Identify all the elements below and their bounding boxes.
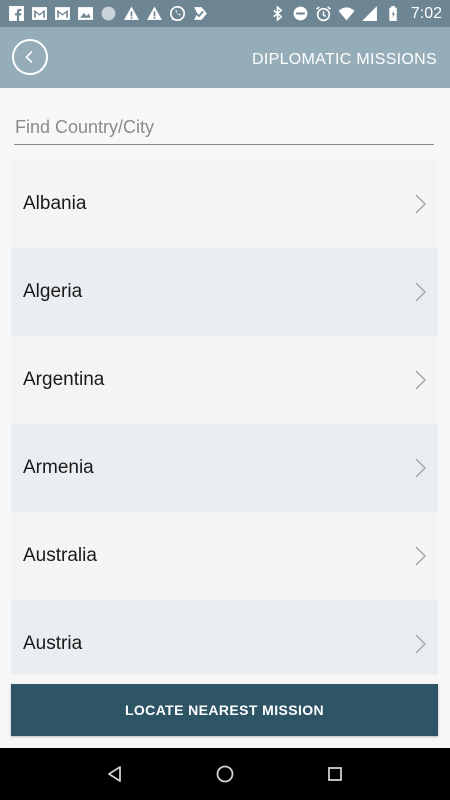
circle-icon — [100, 5, 117, 22]
list-item-label: Albania — [23, 193, 87, 214]
nav-back-button[interactable] — [95, 754, 135, 794]
chevron-right-icon — [415, 546, 427, 566]
gmail-icon — [54, 5, 71, 22]
signal-icon — [361, 5, 378, 22]
chevron-right-icon — [415, 282, 427, 302]
list-item-label: Austria — [23, 633, 83, 654]
do-not-disturb-icon — [292, 5, 309, 22]
warning-icon — [146, 5, 163, 22]
status-bar: 7:02 — [0, 0, 450, 27]
battery-icon — [384, 5, 401, 22]
chevron-right-icon — [415, 634, 427, 654]
list-item-label: Australia — [23, 545, 97, 566]
list-item-label: Algeria — [23, 281, 83, 302]
home-circle-icon — [216, 765, 234, 783]
status-right-icons: 7:02 — [269, 5, 442, 23]
whatsapp-icon — [169, 5, 186, 22]
wifi-icon — [338, 5, 355, 22]
back-triangle-icon — [108, 766, 121, 782]
list-item-austria[interactable]: Austria — [11, 600, 438, 675]
locate-nearest-mission-button[interactable]: LOCATE NEAREST MISSION — [11, 684, 438, 736]
search-field — [14, 110, 434, 145]
facebook-icon — [8, 5, 25, 22]
list-item-algeria[interactable]: Algeria — [11, 248, 438, 336]
list-item-australia[interactable]: Australia — [11, 512, 438, 600]
status-time: 7:02 — [410, 4, 442, 22]
chevron-right-icon — [415, 458, 427, 478]
page-title: DIPLOMATIC MISSIONS — [252, 51, 437, 68]
gmail-icon — [31, 5, 48, 22]
recents-square-icon — [328, 767, 342, 781]
country-list: Albania Algeria Argentina Armenia Austra… — [11, 160, 438, 675]
back-arrow-icon — [25, 50, 33, 64]
nav-home-button[interactable] — [205, 754, 245, 794]
nav-recents-button[interactable] — [315, 754, 355, 794]
list-item-albania[interactable]: Albania — [11, 160, 438, 248]
chevron-right-icon — [415, 194, 427, 214]
list-item-label: Armenia — [23, 457, 94, 478]
back-button[interactable] — [12, 39, 48, 75]
list-item-argentina[interactable]: Argentina — [11, 336, 438, 424]
alarm-icon — [315, 5, 332, 22]
chevron-right-icon — [415, 370, 427, 390]
image-icon — [77, 5, 94, 22]
warning-icon — [123, 5, 140, 22]
bluetooth-icon — [269, 5, 286, 22]
app-header: DIPLOMATIC MISSIONS — [0, 27, 450, 88]
list-item-armenia[interactable]: Armenia — [11, 424, 438, 512]
list-item-label: Argentina — [23, 369, 105, 390]
navigation-bar — [0, 748, 450, 800]
search-input[interactable] — [14, 110, 434, 144]
tick-icon — [192, 5, 209, 22]
status-left-icons — [8, 5, 209, 22]
